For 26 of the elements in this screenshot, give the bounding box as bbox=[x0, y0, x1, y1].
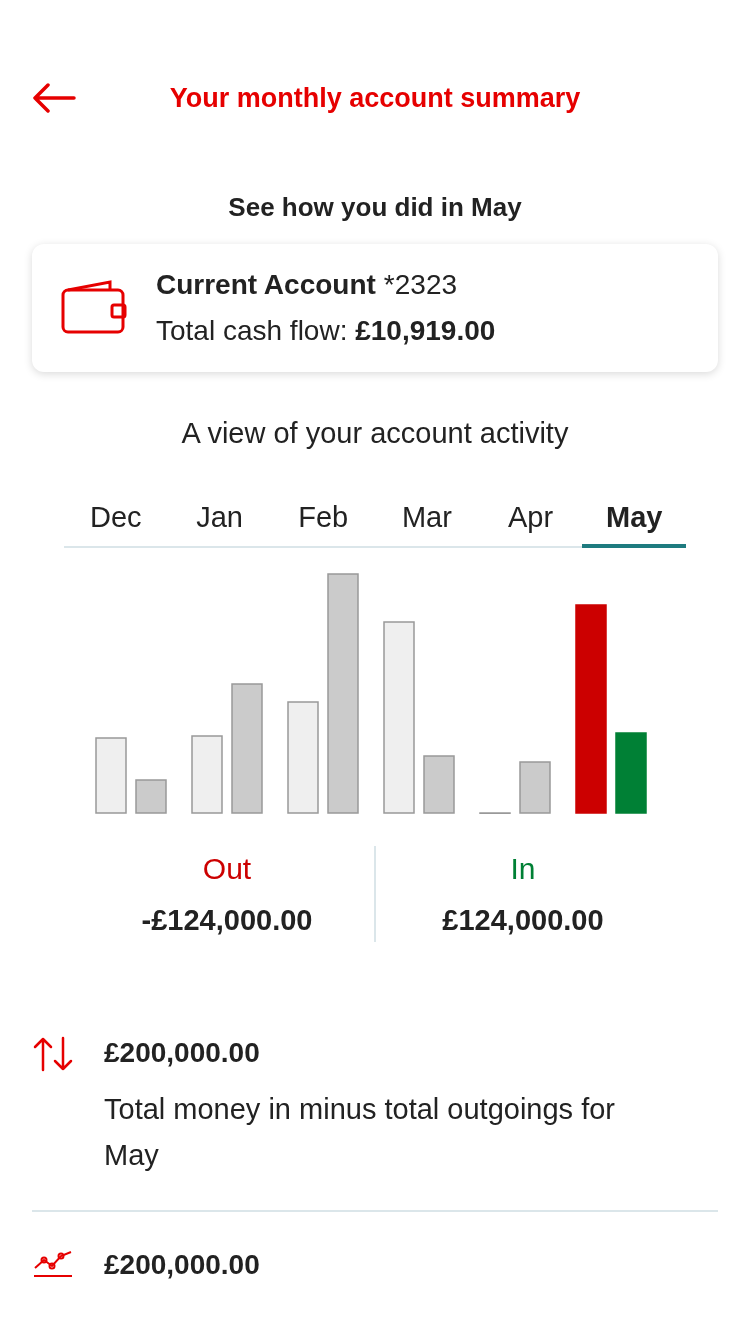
subtitle: See how you did in May bbox=[228, 191, 522, 224]
month-tab[interactable]: Jan bbox=[167, 491, 272, 548]
month-tab[interactable]: Feb bbox=[271, 491, 375, 548]
in-bar bbox=[423, 754, 455, 814]
out-bar bbox=[479, 811, 511, 814]
item-description: Total money in minus total outgoings for May bbox=[104, 1092, 616, 1173]
in-bar bbox=[519, 760, 551, 814]
activity-title: A view of your account activity bbox=[180, 416, 570, 451]
page-title: Your monthly account summary bbox=[168, 81, 582, 115]
total-label: In bbox=[510, 850, 536, 887]
month-tab[interactable]: Apr bbox=[478, 491, 583, 548]
wallet-icon bbox=[60, 280, 128, 336]
in-bar bbox=[135, 778, 167, 814]
item-amount: £200,000.00 bbox=[104, 1036, 261, 1070]
month-tab[interactable]: May bbox=[582, 491, 687, 548]
total-amount: -£124,000.00 bbox=[141, 902, 313, 938]
item-amount: £200,000.00 bbox=[104, 1248, 261, 1282]
line-chart-icon bbox=[32, 1248, 74, 1278]
month-tab[interactable]: Dec bbox=[64, 491, 168, 548]
account-name: Current Account bbox=[156, 268, 376, 302]
account-number: *2323 bbox=[383, 268, 458, 302]
cash-flow-text: Total cash flow: £10,919.00 bbox=[156, 314, 496, 348]
total-label: Out bbox=[202, 850, 252, 887]
month-tab[interactable]: Mar bbox=[375, 491, 479, 548]
up-down-arrows-icon bbox=[32, 1036, 74, 1072]
total-amount: £124,000.00 bbox=[442, 902, 604, 938]
